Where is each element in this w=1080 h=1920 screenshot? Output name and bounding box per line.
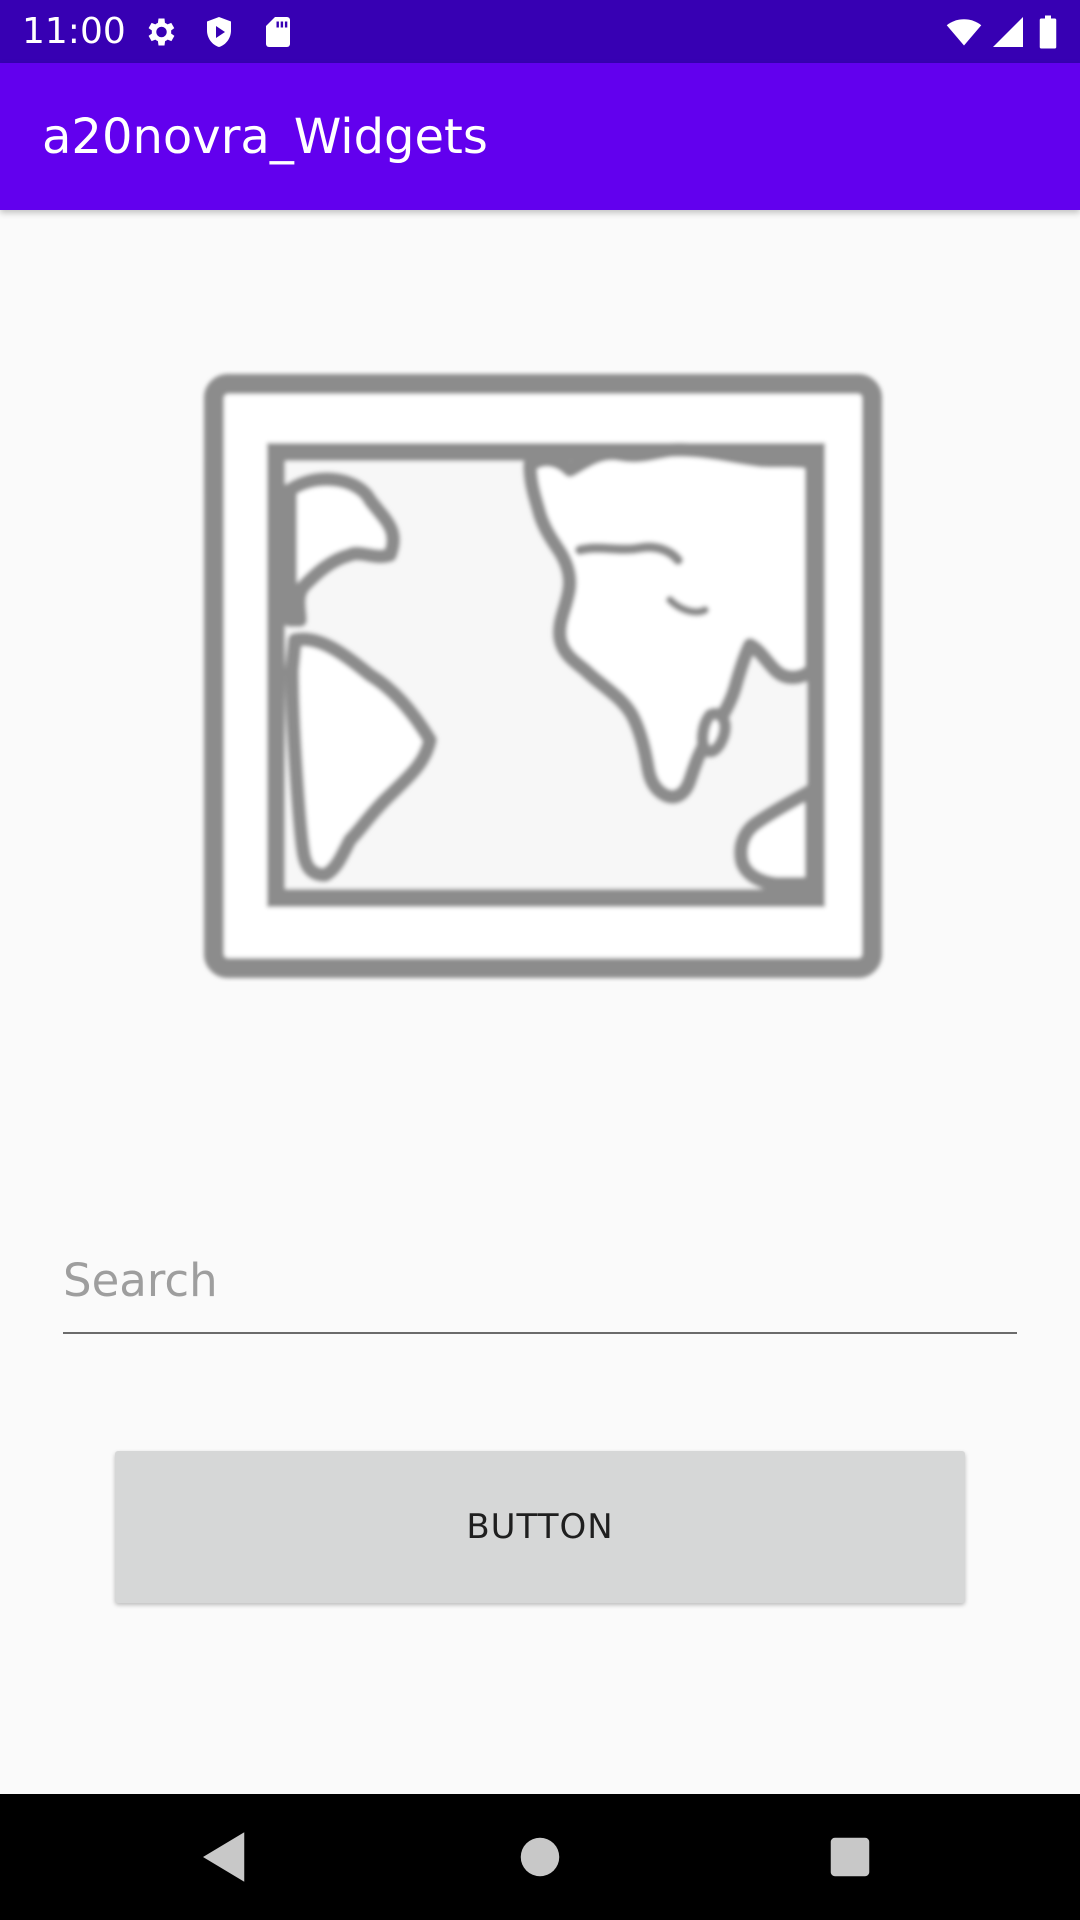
main-button[interactable]: BUTTON [115, 1451, 965, 1603]
recents-icon[interactable] [817, 1824, 883, 1890]
home-icon[interactable] [507, 1824, 573, 1890]
status-bar: 11:00 [0, 0, 1080, 63]
app-screen: 11:00 a20novra_Widgets Search BUTTON [0, 0, 1080, 1920]
gear-icon [148, 18, 175, 46]
status-time: 11:00 [22, 11, 126, 52]
shield-icon [207, 17, 231, 47]
search-field [63, 1228, 1017, 1334]
battery-icon [1039, 15, 1057, 49]
signal-icon [993, 17, 1023, 47]
main-button-label: BUTTON [466, 1507, 614, 1547]
wifi-icon [946, 19, 982, 46]
app-bar: a20novra_Widgets [0, 63, 1080, 210]
sd-card-icon [266, 17, 290, 47]
back-icon[interactable] [192, 1824, 258, 1890]
navigation-bar [0, 1794, 1080, 1920]
world-map-icon [204, 374, 882, 978]
search-input[interactable] [63, 1228, 1017, 1334]
app-title: a20novra_Widgets [42, 109, 488, 165]
